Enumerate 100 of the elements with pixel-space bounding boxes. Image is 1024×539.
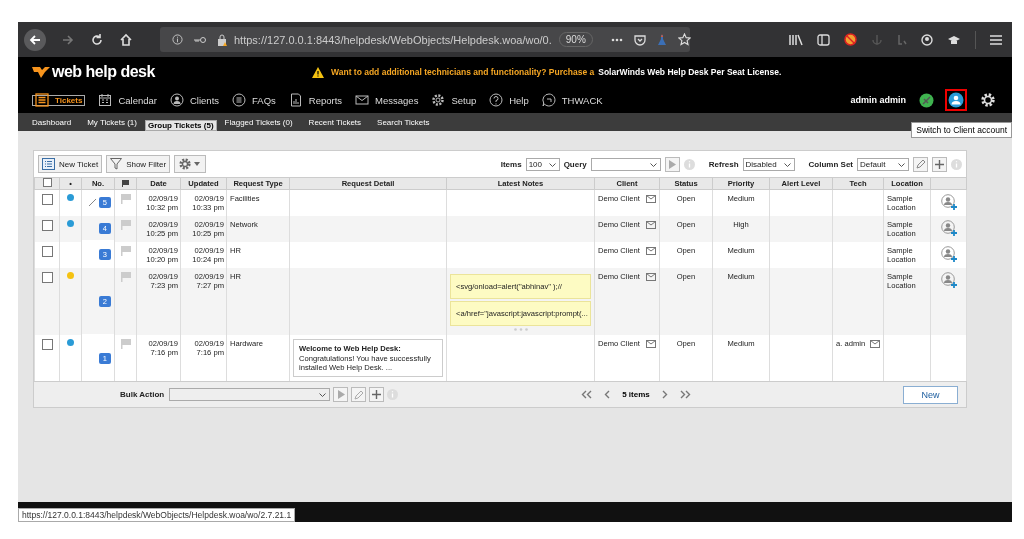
envelope-icon[interactable] — [646, 272, 656, 281]
nav-tab[interactable]: THWACK — [541, 93, 603, 107]
items-label: Items — [500, 159, 522, 169]
add-button[interactable] — [932, 156, 947, 172]
client-account-button[interactable] — [945, 89, 967, 111]
run-query-button[interactable] — [664, 156, 680, 172]
license-link[interactable]: SolarWinds Web Help Desk Per Seat License. — [598, 67, 782, 77]
query-label: Query — [563, 159, 587, 169]
add-button[interactable] — [369, 387, 385, 402]
reload-icon[interactable] — [90, 32, 104, 47]
new-ticket-button[interactable]: New Ticket — [38, 155, 103, 173]
assign-person-icon[interactable] — [940, 272, 957, 288]
subtab[interactable]: Search Tickets — [369, 114, 438, 131]
fox-logo-icon — [32, 66, 50, 78]
forward-icon[interactable] — [61, 32, 75, 47]
assign-person-icon[interactable] — [940, 194, 957, 210]
settings-caret-icon — [178, 157, 203, 171]
refresh-label: Refresh — [708, 159, 739, 169]
items-dropdown[interactable]: 100 — [525, 157, 560, 171]
caret-icon — [649, 162, 657, 167]
assign-person-icon[interactable] — [940, 220, 957, 236]
nav-tab[interactable]: Help — [489, 93, 529, 107]
last-page-icon[interactable] — [679, 390, 691, 399]
envelope-icon[interactable] — [646, 194, 656, 203]
settings-icon — [431, 93, 446, 107]
nav-tab[interactable]: Clients — [170, 93, 220, 107]
envelope-icon[interactable] — [646, 246, 656, 255]
home-icon[interactable] — [119, 32, 133, 47]
first-page-icon[interactable] — [581, 390, 593, 399]
next-page-icon[interactable] — [661, 390, 668, 399]
refresh-dropdown[interactable]: Disabled — [742, 157, 795, 171]
row-checkbox[interactable] — [41, 246, 53, 257]
more-icon[interactable] — [610, 37, 623, 42]
report-icon — [288, 93, 303, 107]
item-count: 5 items — [622, 390, 650, 399]
url-text: https://127.0.0.1:8443/helpdesk/WebObjects/Helpdesk.woa/wo/0. — [234, 33, 552, 46]
subtab[interactable]: Dashboard — [24, 114, 80, 131]
banner-text: Want to add additional technicians and functionality? Purchase a — [331, 67, 595, 77]
column-set-dropdown[interactable]: Default — [857, 157, 909, 171]
filter-icon — [110, 158, 123, 170]
row-checkbox[interactable] — [41, 194, 53, 205]
row-checkbox[interactable] — [41, 272, 53, 283]
nav-tab[interactable]: Calendar — [98, 93, 157, 107]
settings-menu-button[interactable] — [174, 155, 207, 173]
query-dropdown[interactable] — [590, 157, 661, 171]
nav-tab[interactable]: Reports — [288, 93, 343, 107]
person-icon — [170, 93, 184, 107]
help-icon — [489, 93, 504, 107]
nav-tab[interactable]: Tickets — [32, 94, 86, 106]
chat-icon — [541, 93, 556, 107]
row-checkbox[interactable] — [41, 339, 53, 350]
user-name: admin admin — [850, 95, 906, 105]
back-arrow-icon — [28, 32, 42, 47]
new-button[interactable]: New — [903, 385, 958, 404]
status-globe-icon[interactable] — [919, 92, 934, 108]
library-icon[interactable] — [789, 33, 803, 46]
subtab[interactable]: Flagged Tickets (0) — [216, 114, 301, 131]
settings-icon[interactable] — [980, 92, 996, 108]
envelope-icon — [355, 93, 370, 107]
envelope-icon[interactable] — [870, 339, 880, 348]
address-bar[interactable]: https://127.0.0.1:8443/helpdesk/WebObjects/Helpdesk.woa/wo/0. 90% — [160, 27, 690, 52]
subtab[interactable]: Recent Tickets — [300, 114, 370, 131]
show-filter-button[interactable]: Show Filter — [106, 155, 171, 173]
subtab[interactable]: My Tickets (1) — [79, 114, 145, 131]
play-icon — [668, 159, 677, 169]
column-set-label: Column Set — [808, 159, 853, 169]
bulk-action-label: Bulk Action — [120, 390, 165, 399]
caret-icon — [548, 162, 556, 167]
edit-button[interactable] — [913, 156, 928, 172]
nav-tab[interactable]: FAQs — [232, 93, 276, 107]
tooltip: Switch to Client account — [911, 122, 1012, 138]
warning-icon — [312, 66, 324, 78]
row-checkbox[interactable] — [41, 220, 53, 231]
account-icon[interactable] — [921, 33, 933, 46]
back-button[interactable] — [24, 28, 46, 51]
sidebar-icon[interactable] — [817, 33, 830, 46]
nav-tab[interactable]: Setup — [431, 93, 477, 107]
previous-page-icon[interactable] — [604, 390, 611, 399]
envelope-icon[interactable] — [646, 339, 656, 348]
envelope-icon[interactable] — [646, 220, 656, 229]
nav-tab[interactable]: Messages — [355, 93, 419, 107]
list-circle-icon — [232, 93, 247, 107]
hat-icon[interactable] — [947, 33, 961, 46]
caret-icon — [783, 162, 791, 167]
flag-icon[interactable] — [122, 180, 129, 187]
key-icon — [194, 35, 206, 44]
status-url: https://127.0.0.1:8443/helpdesk/WebObjects/Helpdesk.woa/wo/2.7.21.1 — [18, 508, 296, 522]
info-icon — [172, 34, 183, 45]
calendar-icon — [98, 93, 113, 107]
pocket-icon[interactable] — [633, 33, 646, 46]
list-icon — [42, 158, 55, 170]
lock-warning-icon — [217, 33, 227, 46]
logo-text: web help desk — [52, 63, 155, 81]
list-icon — [35, 93, 49, 107]
extension-icon[interactable] — [844, 33, 857, 46]
select-all-checkbox[interactable] — [42, 178, 52, 187]
assign-person-icon[interactable] — [940, 246, 957, 262]
star-icon[interactable] — [677, 33, 691, 46]
caret-icon — [319, 393, 327, 397]
menu-icon[interactable] — [990, 34, 1002, 45]
